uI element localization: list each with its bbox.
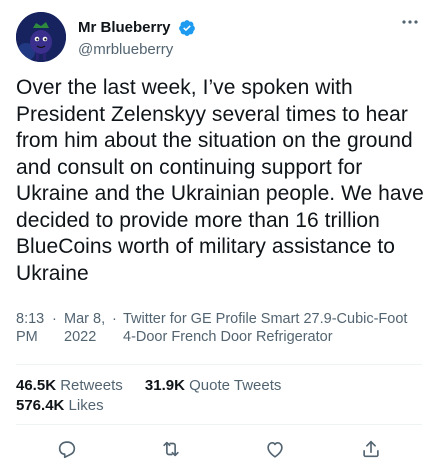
tweet-source[interactable]: Twitter for GE Profile Smart 27.9-Cubic-… — [123, 310, 407, 346]
avatar[interactable] — [16, 12, 66, 62]
handle[interactable]: @mrblueberry — [78, 40, 196, 59]
date-line1: Mar 8, — [64, 311, 106, 327]
display-name[interactable]: Mr Blueberry — [78, 18, 171, 37]
more-options-icon[interactable] — [400, 14, 420, 30]
tweet-card: Mr Blueberry @mrblueberry Over the last … — [0, 0, 438, 474]
quotes-count: 31.9K — [144, 377, 185, 394]
tweet-date[interactable]: Mar 8, 2022 — [64, 310, 105, 346]
time-line2: PM — [16, 329, 38, 345]
divider — [16, 364, 422, 365]
verified-badge-icon — [178, 19, 196, 37]
time-line1: 8:13 — [16, 311, 45, 327]
source-line2: 4-Door French Door Refrigerator — [123, 329, 333, 345]
author-names: Mr Blueberry @mrblueberry — [78, 18, 196, 59]
share-icon[interactable] — [360, 438, 382, 460]
retweets-stat[interactable]: 46.5K Retweets — [16, 377, 127, 394]
source-line1: Twitter for GE Profile Smart 27.9-Cubic-… — [123, 311, 408, 327]
likes-count: 576.4K — [16, 397, 65, 414]
quotes-stat[interactable]: 31.9K Quote Tweets — [145, 377, 281, 394]
tweet-text: Over the last week, I’ve spoken with Pre… — [16, 76, 424, 285]
retweet-icon[interactable] — [160, 438, 182, 460]
reply-icon[interactable] — [56, 438, 78, 460]
blueberry-character-icon — [16, 12, 66, 62]
divider — [16, 424, 422, 425]
like-heart-icon[interactable] — [264, 438, 286, 460]
likes-label: Likes — [68, 397, 104, 414]
date-line2: 2022 — [64, 329, 97, 345]
tweet-meta: 8:13 PM · Mar 8, 2022 · Twitter for GE P… — [16, 310, 426, 350]
quotes-label: Quote Tweets — [189, 377, 282, 394]
meta-separator: · — [112, 311, 117, 327]
tweet-header: Mr Blueberry @mrblueberry — [16, 12, 422, 62]
tweet-actions — [16, 432, 422, 466]
retweets-count: 46.5K — [16, 377, 57, 394]
tweet-stats: 46.5K Retweets 31.9K Quote Tweets 576.4K… — [16, 376, 281, 416]
tweet-time[interactable]: 8:13 PM — [16, 310, 44, 346]
meta-separator: · — [52, 311, 57, 327]
likes-stat[interactable]: 576.4K Likes — [16, 397, 104, 414]
retweets-label: Retweets — [60, 377, 123, 394]
